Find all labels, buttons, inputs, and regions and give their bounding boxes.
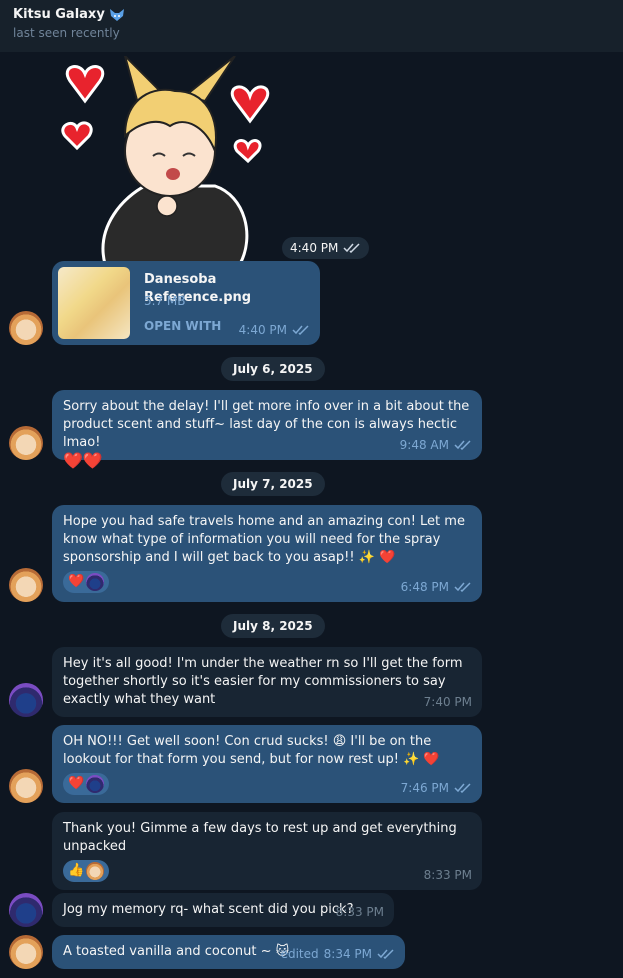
reaction-emoji: 👍 (68, 863, 85, 878)
contact-avatar[interactable] (9, 568, 43, 602)
reactor-avatar (86, 573, 105, 591)
message-time-row: 6:48 PM (401, 578, 472, 596)
outgoing-message[interactable]: OH NO!!! Get well soon! Con crud sucks! … (52, 725, 482, 803)
contact-avatar[interactable] (9, 769, 43, 803)
reaction-heart[interactable]: ❤️ (63, 773, 110, 795)
incoming-message[interactable]: Thank you! Gimme a few days to rest up a… (52, 812, 482, 890)
reactor-avatar (86, 775, 105, 793)
message-time: 7:46 PM (400, 781, 449, 795)
message-time-row: 9:48 AM (400, 436, 472, 454)
message-text: Thank you! Gimme a few days to rest up a… (63, 821, 457, 854)
reaction-emoji: ❤️ (68, 776, 85, 791)
chat-title: Kitsu Galaxy (13, 7, 105, 22)
reaction-thumbs-up[interactable]: 👍 (63, 860, 110, 882)
file-time: 4:40 PM (238, 323, 287, 337)
file-thumbnail[interactable] (58, 267, 130, 339)
date-separator: July 7, 2025 (221, 472, 325, 496)
message-time-row: 7:40 PM (424, 693, 472, 711)
message-text: Hope you had safe travels home and an am… (63, 514, 465, 565)
message-time-row: 8:33 PM (424, 866, 472, 884)
message-time: 6:48 PM (400, 580, 449, 594)
incoming-message[interactable]: Jog my memory rq- what scent did you pic… (52, 893, 394, 927)
message-text: OH NO!!! Get well soon! Con crud sucks! … (63, 734, 440, 767)
fox-girl-sticker[interactable] (55, 52, 285, 266)
outgoing-message[interactable]: Hope you had safe travels home and an am… (52, 505, 482, 602)
contact-avatar[interactable] (9, 426, 43, 460)
reaction-row: 👍 (63, 860, 471, 882)
read-checks-icon (454, 440, 472, 450)
chat-title-row: Kitsu Galaxy (13, 6, 610, 23)
date-separator: July 6, 2025 (221, 357, 325, 381)
message-text: Hey it's all good! I'm under the weather… (63, 656, 463, 707)
outgoing-message[interactable]: A toasted vanilla and coconut ~ 🐱 edited… (52, 935, 405, 969)
read-checks-icon (292, 325, 310, 335)
message-list[interactable]: 4:40 PM Danesoba Reference.png 5.7 MB OP… (0, 52, 623, 978)
contact-avatar[interactable] (9, 935, 43, 969)
message-time: 8:33 PM (423, 868, 472, 882)
read-checks-icon (343, 243, 361, 253)
reactor-avatar (86, 862, 105, 880)
file-message[interactable]: Danesoba Reference.png 5.7 MB OPEN WITH … (52, 261, 320, 345)
user-avatar[interactable] (9, 683, 43, 717)
edited-label: edited (280, 947, 319, 961)
file-time-row: 4:40 PM (239, 321, 310, 339)
fox-emoji-icon (109, 8, 125, 22)
file-size: 5.7 MB (144, 294, 186, 308)
message-time: 8:33 PM (335, 905, 384, 919)
read-checks-icon (377, 949, 395, 959)
contact-avatar[interactable] (9, 311, 43, 345)
reaction-emoji: ❤️ (68, 574, 85, 589)
incoming-message[interactable]: Hey it's all good! I'm under the weather… (52, 647, 482, 717)
message-time: 7:40 PM (423, 695, 472, 709)
message-time-row: 8:33 PM (336, 903, 384, 921)
read-checks-icon (454, 582, 472, 592)
message-time: 8:34 PM (323, 947, 372, 961)
outgoing-message[interactable]: Sorry about the delay! I'll get more inf… (52, 390, 482, 470)
message-time-row: 7:46 PM (401, 779, 472, 797)
read-checks-icon (454, 783, 472, 793)
heart-emojis: ❤️❤️ (63, 451, 103, 470)
date-separator: July 8, 2025 (221, 614, 325, 638)
sticker-time: 4:40 PM (290, 241, 339, 255)
chat-status: last seen recently (13, 26, 120, 40)
user-avatar[interactable] (9, 893, 43, 927)
reaction-heart[interactable]: ❤️ (63, 571, 110, 593)
open-with-button[interactable]: OPEN WITH (144, 317, 221, 335)
sticker-time-pill: 4:40 PM (282, 237, 370, 259)
message-time: 9:48 AM (399, 438, 449, 452)
message-time-row: edited 8:34 PM (281, 945, 395, 963)
chat-header[interactable]: Kitsu Galaxy last seen recently (0, 0, 623, 52)
